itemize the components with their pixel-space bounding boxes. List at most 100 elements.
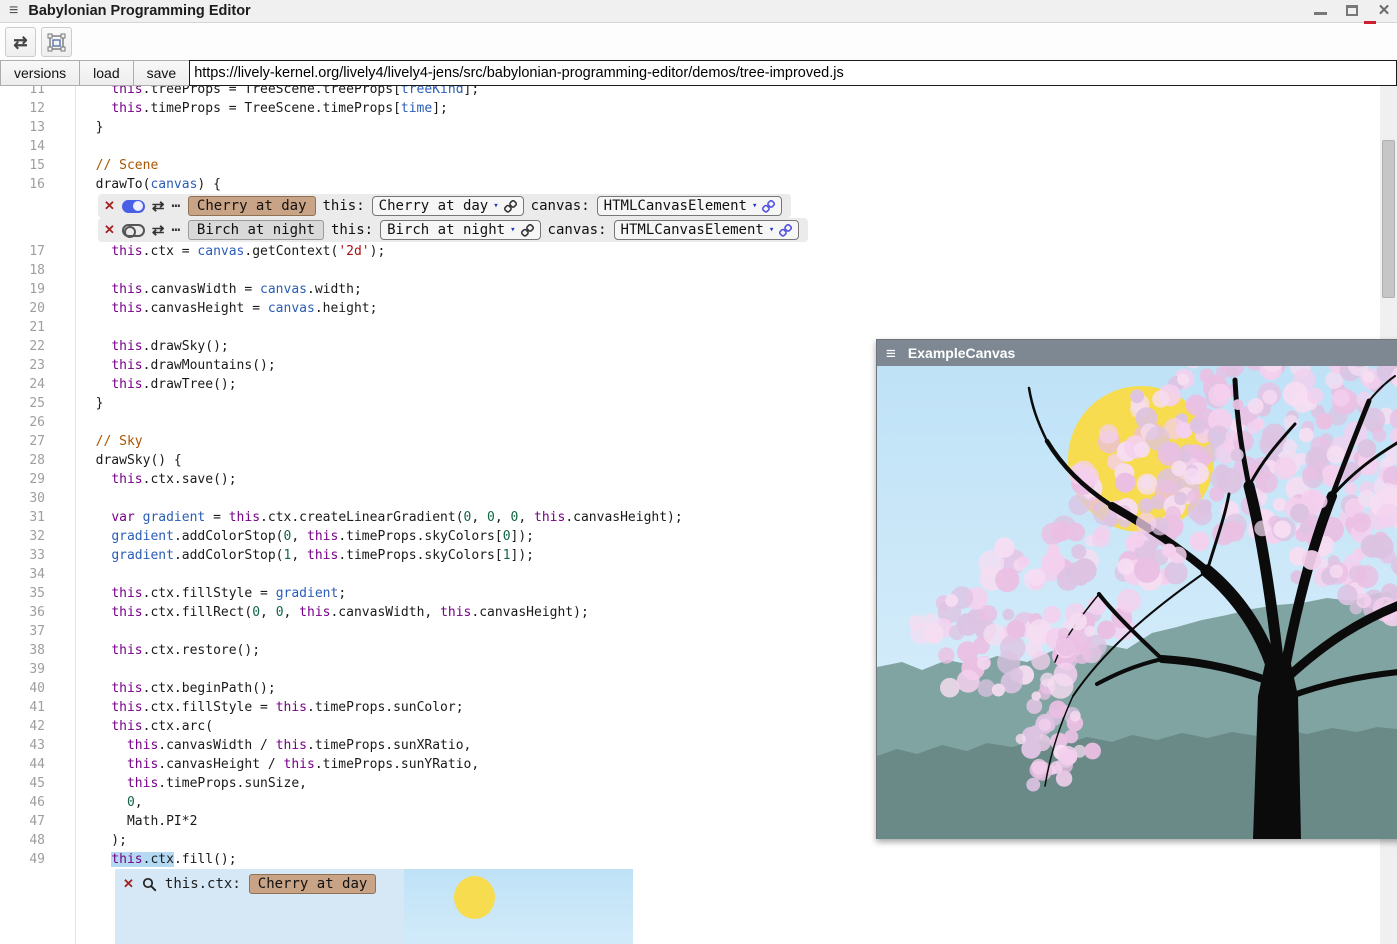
code-lines-top: 11 this.treeProps = TreeScene.treeProps[… (0, 86, 1397, 194)
line-number: 49 (0, 850, 75, 869)
maximize-button[interactable] (1343, 2, 1361, 18)
line-number: 20 (0, 299, 75, 318)
swap-button[interactable]: ⇄ (5, 27, 36, 57)
line-number: 24 (0, 375, 75, 394)
code-line: 49 this.ctx.fill(); (0, 850, 1397, 869)
line-number: 48 (0, 831, 75, 850)
code-line: 19 this.canvasWidth = canvas.width; (0, 280, 1397, 299)
line-number: 22 (0, 337, 75, 356)
line-number: 16 (0, 175, 75, 194)
example-canvas-window[interactable]: ≡ ExampleCanvas (876, 339, 1397, 839)
line-number: 43 (0, 736, 75, 755)
line-number: 14 (0, 137, 75, 156)
probe-result-widget: ✕ this.ctx: Cherry at day (115, 869, 633, 944)
line-number: 44 (0, 755, 75, 774)
line-number: 12 (0, 99, 75, 118)
close-button[interactable]: ✕ (1375, 2, 1393, 18)
code-line: 18 (0, 261, 1397, 280)
link-icon (779, 224, 792, 237)
line-number: 40 (0, 679, 75, 698)
more-options-icon[interactable]: ⋯ (171, 222, 180, 238)
line-number: 27 (0, 432, 75, 451)
dropdown-arrow-icon: ▾ (493, 201, 498, 211)
code-line: 13 } (0, 118, 1397, 137)
line-number: 21 (0, 318, 75, 337)
example-probe-row: ✕ ⇄ ⋯ Birch at night this: Birch at night▾ can… (98, 218, 808, 242)
line-number: 37 (0, 622, 75, 641)
file-toolbar: versions load save (0, 60, 1397, 86)
canvas-label: canvas: (531, 198, 590, 214)
example-canvas-title: ExampleCanvas (908, 345, 1015, 361)
line-number: 23 (0, 356, 75, 375)
line-number: 15 (0, 156, 75, 175)
line-number: 26 (0, 413, 75, 432)
window-menu-icon[interactable]: ≡ (886, 345, 896, 362)
tree-scene-drawing (877, 366, 1397, 839)
save-button[interactable]: save (133, 60, 190, 86)
line-number: 13 (0, 118, 75, 137)
line-number: 46 (0, 793, 75, 812)
line-number: 25 (0, 394, 75, 413)
swap-arrows-icon[interactable]: ⇄ (152, 221, 165, 239)
code-line: 21 (0, 318, 1397, 337)
code-line: 20 this.canvasHeight = canvas.height; (0, 299, 1397, 318)
maximize-icon (1346, 5, 1358, 16)
line-number: 11 (0, 86, 75, 99)
title-bar: ≡ Babylonian Programming Editor (0, 0, 1397, 23)
transform-frame-icon (47, 33, 66, 52)
this-value-dropdown[interactable]: Birch at night▾ (380, 220, 540, 240)
example-toggle[interactable] (122, 224, 145, 237)
line-number: 33 (0, 546, 75, 565)
line-number: 28 (0, 451, 75, 470)
example-toggle[interactable] (122, 200, 145, 213)
line-number: 30 (0, 489, 75, 508)
swap-arrows-icon: ⇄ (13, 34, 27, 51)
example-probe-widget: ✕ ⇄ ⋯ Cherry at day this: Cherry at day▾ canva… (0, 194, 1397, 242)
this-value-dropdown[interactable]: Cherry at day▾ (372, 196, 524, 216)
this-label: this: (331, 222, 373, 238)
code-line: 11 this.treeProps = TreeScene.treeProps[… (0, 86, 1397, 99)
canvas-label: canvas: (548, 222, 607, 238)
menu-icon[interactable]: ≡ (9, 3, 18, 19)
line-number: 39 (0, 660, 75, 679)
probe-example-button[interactable]: Cherry at day (249, 874, 377, 894)
line-number: 29 (0, 470, 75, 489)
link-icon (762, 200, 775, 213)
close-icon[interactable]: ✕ (104, 198, 115, 214)
line-number: 47 (0, 812, 75, 831)
close-icon[interactable]: ✕ (104, 222, 115, 238)
load-button[interactable]: load (79, 60, 132, 86)
example-name-button[interactable]: Cherry at day (188, 196, 316, 216)
line-number: 17 (0, 242, 75, 261)
toolbar: ⇄ (0, 24, 1397, 60)
swap-arrows-icon[interactable]: ⇄ (152, 197, 165, 215)
line-number: 18 (0, 261, 75, 280)
more-options-icon[interactable]: ⋯ (171, 198, 180, 214)
line-number: 19 (0, 280, 75, 299)
canvas-value-dropdown[interactable]: HTMLCanvasElement▾ (614, 220, 800, 240)
app-window: { "window": { "title": "Babylonian Progr… (0, 0, 1397, 944)
link-icon (521, 224, 534, 237)
line-number: 32 (0, 527, 75, 546)
line-number: 42 (0, 717, 75, 736)
example-probe-row: ✕⇄⋯Cherry at daythis:Cherry at day▾canva… (98, 194, 791, 218)
halo-select-button[interactable] (41, 27, 72, 57)
code-line: 12 this.timeProps = TreeScene.timeProps[… (0, 99, 1397, 118)
url-input[interactable] (189, 60, 1397, 86)
gutter-separator (75, 86, 76, 944)
dropdown-arrow-icon: ▾ (769, 225, 774, 235)
window-title: Babylonian Programming Editor (28, 3, 250, 19)
versions-button[interactable]: versions (0, 60, 79, 86)
example-canvas-titlebar[interactable]: ≡ ExampleCanvas (877, 340, 1397, 366)
magnifier-icon[interactable] (142, 877, 157, 892)
canvas-value-dropdown[interactable]: HTMLCanvasElement▾ (597, 196, 783, 216)
minimize-button[interactable] (1311, 2, 1329, 18)
code-line: 15 // Scene (0, 156, 1397, 175)
dropdown-arrow-icon: ▾ (510, 225, 515, 235)
close-icon[interactable]: ✕ (123, 876, 134, 892)
window-controls: ✕ (1311, 2, 1393, 18)
scrollbar-thumb[interactable] (1382, 140, 1395, 298)
example-name-button[interactable]: Birch at night (188, 220, 324, 240)
minimize-icon (1314, 5, 1327, 15)
canvas-preview (404, 869, 633, 944)
